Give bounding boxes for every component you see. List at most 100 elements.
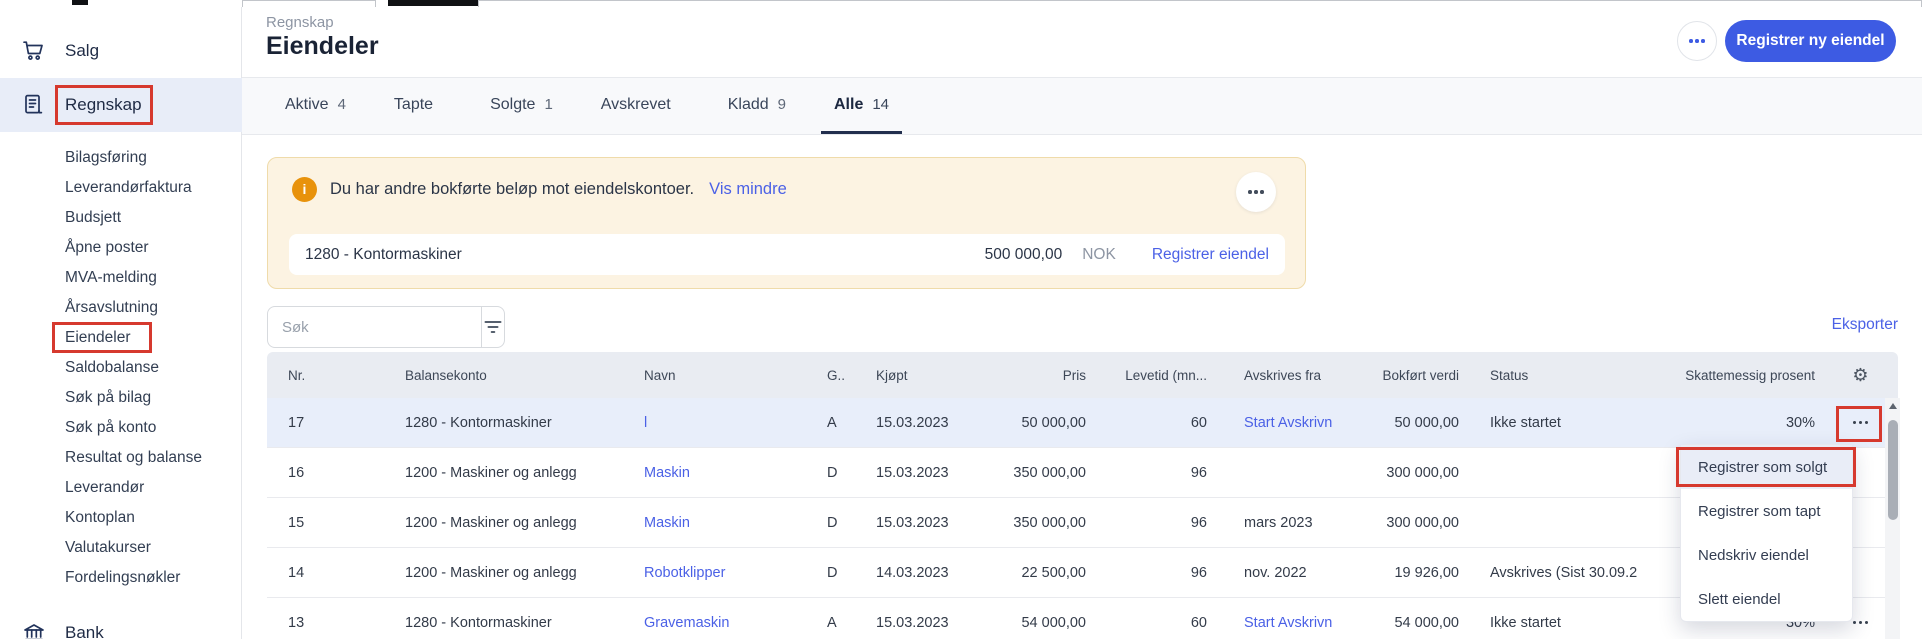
vertical-scrollbar[interactable] [1885,398,1900,639]
cell-kjopt: 15.03.2023 [858,465,968,481]
sidebar-item-leverandor[interactable]: Leverandør [0,473,242,503]
tab-avskrevet[interactable]: Avskrevet [588,78,693,134]
sidebar-item-label: Salg [65,41,99,61]
cell-bokfort: 50 000,00 [1365,415,1463,431]
asset-name-link[interactable]: Gravemaskin [644,615,729,631]
table-row[interactable]: 13 1280 - Kontormaskiner Gravemaskin A 1… [267,598,1898,639]
col-bokfort-verdi: Bokført verdi [1365,368,1463,383]
row-actions-kebab-icon[interactable] [1853,621,1869,625]
filter-button[interactable] [481,307,504,347]
page-more-button[interactable] [1677,21,1717,61]
ledger-icon [22,93,46,117]
tab-solgte[interactable]: Solgte1 [477,78,566,134]
tab-count: 4 [338,96,346,113]
row-actions-menu: Registrer som solgt Registrer som tapt N… [1680,444,1853,622]
sidebar-item-apne-poster[interactable]: Åpne poster [0,233,242,263]
table-row[interactable]: 17 1280 - Kontormaskiner l A 15.03.2023 … [267,398,1898,448]
cell-balansekonto: 1280 - Kontormaskiner [387,615,626,631]
account-summary-row: 1280 - Kontormaskiner 500 000,00 NOK Reg… [289,234,1285,275]
menu-item-registrer-som-tapt[interactable]: Registrer som tapt [1681,489,1852,533]
sidebar-item-valutakurser[interactable]: Valutakurser [0,533,242,563]
search-input[interactable] [268,307,481,347]
sidebar-item-bilagsforing[interactable]: Bilagsføring [0,143,242,173]
cell-g: A [809,615,858,631]
sidebar-item-saldobalanse[interactable]: Saldobalanse [0,353,242,383]
tab-kladd[interactable]: Kladd9 [715,78,799,134]
tab-alle[interactable]: Alle14 [821,78,902,134]
cell-levetid: 96 [1090,465,1211,481]
sidebar-item-kontoplan[interactable]: Kontoplan [0,503,242,533]
cell-g: A [809,415,858,431]
table-settings-gear-icon[interactable] [1852,365,1868,386]
sidebar-item-budsjett[interactable]: Budsjett [0,203,242,233]
col-kjopt: Kjøpt [858,368,968,383]
asset-name-link[interactable]: Maskin [644,515,690,531]
scrollbar-thumb[interactable] [1888,420,1898,520]
cell-nr: 13 [267,615,387,631]
col-status: Status [1463,368,1667,383]
search-control [267,306,505,348]
sidebar-item-leverandorfaktura[interactable]: Leverandørfaktura [0,173,242,203]
cell-levetid: 96 [1090,515,1211,531]
sidebar-submenu: Bilagsføring Leverandørfaktura Budsjett … [0,143,242,593]
asset-name-link[interactable]: Robotklipper [644,565,725,581]
export-link[interactable]: Eksporter [1832,316,1898,334]
show-less-link[interactable]: Vis mindre [709,180,787,199]
tab-aktive[interactable]: Aktive4 [272,78,359,134]
menu-item-slett-eiendel[interactable]: Slett eiendel [1681,577,1852,621]
cell-levetid: 60 [1090,415,1211,431]
asset-name-link[interactable]: Maskin [644,465,690,481]
cell-bokfort: 54 000,00 [1365,615,1463,631]
sidebar: Salg Regnskap Bilagsføring Leverandørfak… [0,0,242,639]
cell-kjopt: 14.03.2023 [858,565,968,581]
col-levetid: Levetid (mn... [1090,368,1211,383]
start-depreciation-link[interactable]: Start Avskrivn [1244,415,1332,431]
sidebar-item-sok-pa-konto[interactable]: Søk på konto [0,413,242,443]
table-row[interactable]: 14 1200 - Maskiner og anlegg Robotklippe… [267,548,1898,598]
tab-count: 9 [778,96,786,113]
menu-item-registrer-som-solgt[interactable]: Registrer som solgt [1681,445,1852,489]
col-pris: Pris [968,368,1090,383]
register-new-asset-button[interactable]: Registrer ny eiendel [1725,20,1896,62]
table-header-row: Nr. Balansekonto Navn G.. Kjøpt Pris Lev… [267,352,1898,398]
sidebar-item-resultat-og-balanse[interactable]: Resultat og balanse [0,443,242,473]
cell-levetid: 96 [1090,565,1211,581]
banner-more-button[interactable] [1236,172,1276,212]
sidebar-item-eiendeler[interactable]: Eiendeler [0,323,242,353]
tab-tapte[interactable]: Tapte [381,78,455,134]
filter-icon [483,319,503,335]
breadcrumb[interactable]: Regnskap [266,14,334,31]
cell-balansekonto: 1280 - Kontormaskiner [387,415,626,431]
ellipsis-icon [1248,190,1264,194]
asset-name-link[interactable]: l [644,415,647,431]
register-asset-link[interactable]: Registrer eiendel [1152,246,1269,264]
sidebar-item-mva-melding[interactable]: MVA-melding [0,263,242,293]
assets-table: Nr. Balansekonto Navn G.. Kjøpt Pris Lev… [267,352,1898,639]
cell-pris: 350 000,00 [968,515,1090,531]
sidebar-item-regnskap[interactable]: Regnskap [0,78,242,132]
cell-balansekonto: 1200 - Maskiner og anlegg [387,465,626,481]
col-avskrives-fra: Avskrives fra [1211,368,1365,383]
sidebar-item-fordelingsnokler[interactable]: Fordelingsnøkler [0,563,242,593]
tab-count: 14 [872,96,889,113]
menu-item-nedskriv-eiendel[interactable]: Nedskriv eiendel [1681,533,1852,577]
row-actions-kebab-icon[interactable] [1853,421,1869,425]
browser-tab-edge [242,0,376,7]
sidebar-item-label: Bank [65,623,104,639]
status-text: Ikke startet [1463,415,1667,431]
cell-bokfort: 19 926,00 [1365,565,1463,581]
ellipsis-icon [1689,39,1705,43]
sidebar-item-bank[interactable]: Bank [0,608,242,639]
start-depreciation-link[interactable]: Start Avskrivn [1244,615,1332,631]
sidebar-item-arsavslutning[interactable]: Årsavslutning [0,293,242,323]
account-name: 1280 - Kontormaskiner [305,246,985,264]
table-row[interactable]: 16 1200 - Maskiner og anlegg Maskin D 15… [267,448,1898,498]
col-navn: Navn [626,368,809,383]
cell-pris: 350 000,00 [968,465,1090,481]
sidebar-item-salg[interactable]: Salg [0,26,242,76]
browser-tab-edge [478,0,1922,7]
account-amount: 500 000,00 [985,246,1063,264]
scrollbar-up-arrow-icon[interactable] [1885,398,1900,414]
table-row[interactable]: 15 1200 - Maskiner og anlegg Maskin D 15… [267,498,1898,548]
sidebar-item-sok-pa-bilag[interactable]: Søk på bilag [0,383,242,413]
